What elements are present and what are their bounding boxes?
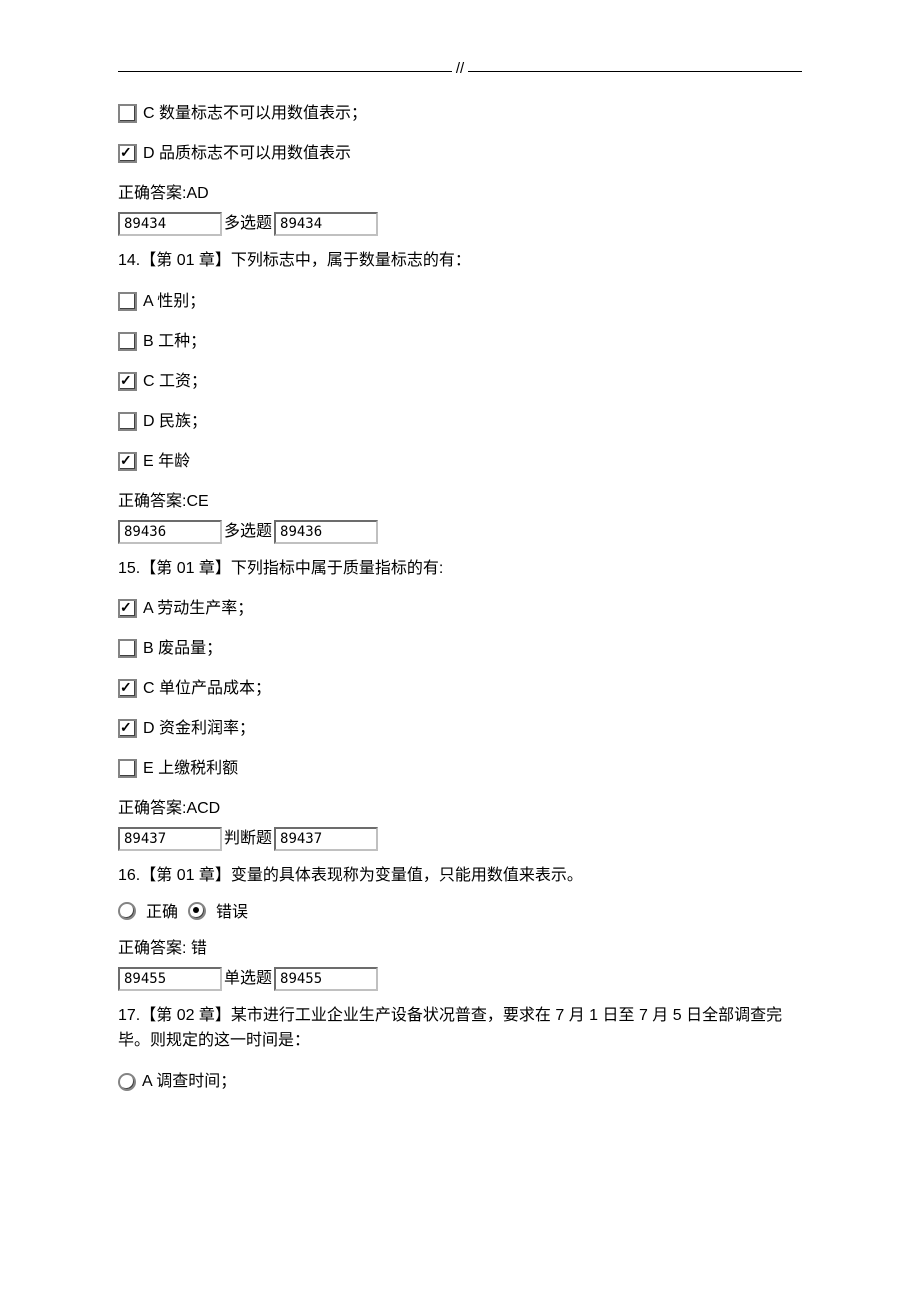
checkbox-checked-icon[interactable]	[118, 599, 137, 618]
option-text: 性别；	[157, 293, 205, 310]
q13-option-c[interactable]: C 数量标志不可以用数值表示；	[118, 102, 802, 126]
id-row: 89437 判断题 89437	[118, 827, 802, 851]
q14-option-b[interactable]: B 工种；	[118, 330, 802, 354]
id-field-right[interactable]: 89455	[274, 967, 378, 991]
page: // C 数量标志不可以用数值表示； D 品质标志不可以用数值表示 正确答案:A…	[0, 0, 920, 1302]
radio-false-selected[interactable]	[188, 902, 206, 920]
q17-stem: 17.【第 02 章】某市进行工业企业生产设备状况普查，要求在 7 月 1 日至…	[118, 1003, 802, 1054]
checkbox-checked-icon[interactable]	[118, 452, 137, 471]
question-type-label: 多选题	[224, 520, 272, 544]
question-type-label: 多选题	[224, 212, 272, 236]
header-separator: //	[118, 66, 802, 77]
option-text: 工种；	[158, 333, 206, 350]
q13-answer: 正确答案:AD	[118, 182, 802, 206]
id-field-right[interactable]: 89437	[274, 827, 378, 851]
question-type-label: 判断题	[224, 827, 272, 851]
content-area: C 数量标志不可以用数值表示； D 品质标志不可以用数值表示 正确答案:AD 8…	[118, 102, 802, 1094]
q15-option-a[interactable]: A 劳动生产率；	[118, 597, 802, 621]
option-letter: A	[142, 1073, 152, 1090]
option-letter: C	[143, 373, 155, 390]
option-text: 民族；	[159, 413, 207, 430]
checkbox-icon[interactable]	[118, 412, 137, 431]
false-label: 错误	[216, 901, 248, 925]
radio-icon[interactable]	[118, 1073, 136, 1091]
option-text: 年龄	[158, 453, 190, 470]
checkbox-checked-icon[interactable]	[118, 679, 137, 698]
option-letter: E	[143, 453, 154, 470]
id-field-left[interactable]: 89434	[118, 212, 222, 236]
q14-answer: 正确答案:CE	[118, 490, 802, 514]
option-text: 工资；	[159, 373, 207, 390]
q13-option-d[interactable]: D 品质标志不可以用数值表示	[118, 142, 802, 166]
checkbox-checked-icon[interactable]	[118, 372, 137, 391]
checkbox-icon[interactable]	[118, 639, 137, 658]
option-letter: C	[143, 105, 155, 122]
q16-options: 正确 错误	[118, 901, 802, 925]
checkbox-checked-icon[interactable]	[118, 144, 137, 163]
id-field-right[interactable]: 89436	[274, 520, 378, 544]
header-separator-text: //	[452, 60, 468, 77]
checkbox-icon[interactable]	[118, 104, 137, 123]
option-text: 废品量；	[158, 640, 222, 657]
id-field-left[interactable]: 89436	[118, 520, 222, 544]
option-text: 上缴税利额	[158, 760, 238, 777]
q15-stem: 15.【第 01 章】下列指标中属于质量指标的有:	[118, 556, 802, 582]
q15-option-b[interactable]: B 废品量；	[118, 637, 802, 661]
id-field-right[interactable]: 89434	[274, 212, 378, 236]
option-letter: E	[143, 760, 154, 777]
q14-option-c[interactable]: C 工资；	[118, 370, 802, 394]
q16-stem: 16.【第 01 章】变量的具体表现称为变量值，只能用数值来表示。	[118, 863, 802, 889]
option-letter: D	[143, 145, 155, 162]
option-text: 资金利润率；	[159, 720, 255, 737]
option-text: 品质标志不可以用数值表示	[159, 145, 351, 162]
id-row: 89434 多选题 89434	[118, 212, 802, 236]
option-letter: B	[143, 640, 154, 657]
option-letter: B	[143, 333, 154, 350]
id-row: 89436 多选题 89436	[118, 520, 802, 544]
option-text: 劳动生产率；	[157, 600, 253, 617]
q15-option-e[interactable]: E 上缴税利额	[118, 757, 802, 781]
option-letter: A	[143, 293, 153, 310]
option-text: 数量标志不可以用数值表示；	[159, 105, 367, 122]
q16-answer: 正确答案: 错	[118, 937, 802, 961]
question-type-label: 单选题	[224, 967, 272, 991]
true-label: 正确	[146, 901, 178, 925]
q14-option-e[interactable]: E 年龄	[118, 450, 802, 474]
checkbox-icon[interactable]	[118, 292, 137, 311]
q15-answer: 正确答案:ACD	[118, 797, 802, 821]
q14-stem: 14.【第 01 章】下列标志中，属于数量标志的有：	[118, 248, 802, 274]
option-letter: C	[143, 680, 155, 697]
option-text: 单位产品成本；	[159, 680, 271, 697]
checkbox-icon[interactable]	[118, 759, 137, 778]
q17-option-a[interactable]: A 调查时间；	[118, 1070, 802, 1094]
radio-true[interactable]	[118, 902, 136, 920]
id-field-left[interactable]: 89437	[118, 827, 222, 851]
checkbox-icon[interactable]	[118, 332, 137, 351]
q15-option-d[interactable]: D 资金利润率；	[118, 717, 802, 741]
option-letter: A	[143, 600, 153, 617]
q14-option-d[interactable]: D 民族；	[118, 410, 802, 434]
option-text: 调查时间；	[156, 1073, 236, 1090]
id-row: 89455 单选题 89455	[118, 967, 802, 991]
option-letter: D	[143, 720, 155, 737]
q14-option-a[interactable]: A 性别；	[118, 290, 802, 314]
checkbox-checked-icon[interactable]	[118, 719, 137, 738]
q15-option-c[interactable]: C 单位产品成本；	[118, 677, 802, 701]
option-letter: D	[143, 413, 155, 430]
id-field-left[interactable]: 89455	[118, 967, 222, 991]
